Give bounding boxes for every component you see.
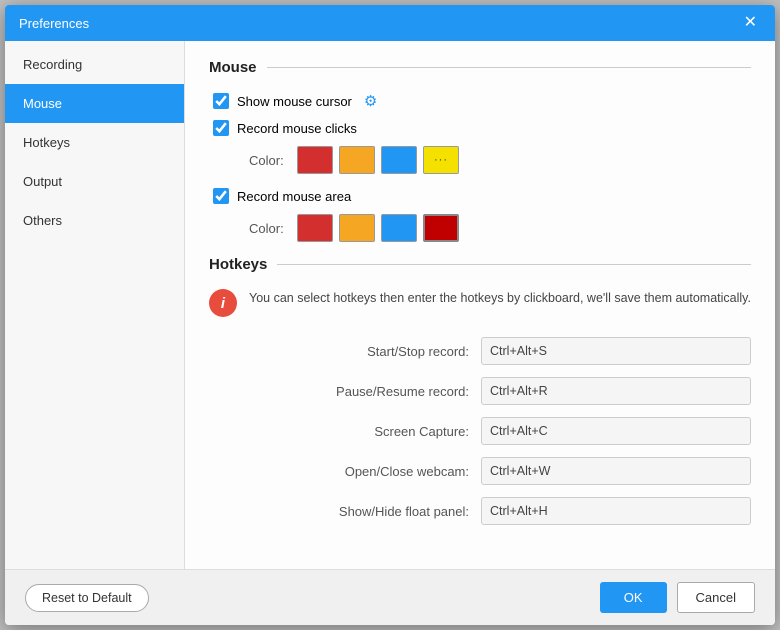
color-swatch-blue-1[interactable] [381,146,417,174]
footer: Reset to Default OK Cancel [5,569,775,625]
footer-right: OK Cancel [600,582,755,613]
color-swatch-orange-1[interactable] [339,146,375,174]
sidebar-item-hotkeys[interactable]: Hotkeys [5,123,184,162]
hotkey-row-webcam: Open/Close webcam: [209,457,751,485]
info-box: i You can select hotkeys then enter the … [209,289,751,317]
hotkey-row-screen-capture: Screen Capture: [209,417,751,445]
sidebar-item-output[interactable]: Output [5,162,184,201]
preferences-dialog: Preferences ✕ Recording Mouse Hotkeys Ou… [5,5,775,625]
record-area-row: Record mouse area [213,188,751,204]
content-area: Recording Mouse Hotkeys Output Others Mo… [5,41,775,569]
info-icon: i [209,289,237,317]
record-clicks-row: Record mouse clicks [213,120,751,136]
sidebar-item-mouse[interactable]: Mouse [5,84,184,123]
color-swatch-red-1[interactable] [297,146,333,174]
sidebar: Recording Mouse Hotkeys Output Others [5,41,185,569]
ok-button[interactable]: OK [600,582,667,613]
cancel-button[interactable]: Cancel [677,582,755,613]
reset-button[interactable]: Reset to Default [25,584,149,612]
color-swatch-more-2[interactable] [423,214,459,242]
show-cursor-checkbox[interactable] [213,93,229,109]
color-swatch-orange-2[interactable] [339,214,375,242]
hotkey-input-pause-resume[interactable] [481,377,751,405]
title-bar: Preferences ✕ [5,5,775,41]
hotkey-row-float-panel: Show/Hide float panel: [209,497,751,525]
hotkey-input-start-stop[interactable] [481,337,751,365]
sidebar-item-recording[interactable]: Recording [5,45,184,84]
hotkey-input-float-panel[interactable] [481,497,751,525]
clicks-color-row: Color: ··· [249,146,751,174]
hotkey-row-pause-resume: Pause/Resume record: [209,377,751,405]
color-swatch-blue-2[interactable] [381,214,417,242]
show-cursor-row: Show mouse cursor ⚙ [213,92,751,110]
record-area-checkbox[interactable] [213,188,229,204]
hotkey-input-webcam[interactable] [481,457,751,485]
main-content: Mouse Show mouse cursor ⚙ Record mouse c… [185,41,775,569]
dialog-title: Preferences [19,16,89,31]
hotkey-input-screen-capture[interactable] [481,417,751,445]
hotkeys-section-header: Hotkeys [209,256,751,273]
close-button[interactable]: ✕ [740,13,761,33]
mouse-section-header: Mouse [209,59,751,76]
color-swatch-more-1[interactable]: ··· [423,146,459,174]
hotkey-row-start-stop: Start/Stop record: [209,337,751,365]
hotkeys-section: Hotkeys i You can select hotkeys then en… [209,256,751,525]
record-clicks-checkbox[interactable] [213,120,229,136]
gear-icon[interactable]: ⚙ [364,92,377,110]
color-swatch-red-2[interactable] [297,214,333,242]
sidebar-item-others[interactable]: Others [5,201,184,240]
area-color-row: Color: [249,214,751,242]
